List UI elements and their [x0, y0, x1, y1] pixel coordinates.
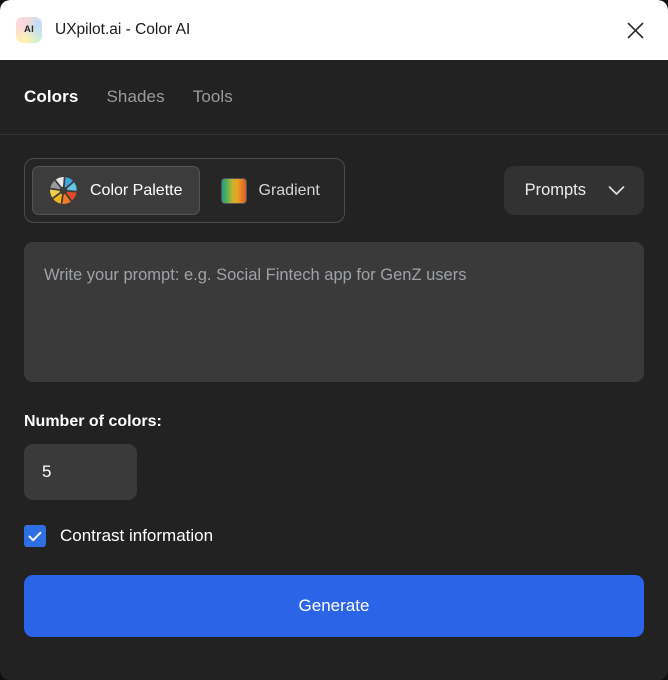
color-wheel-icon [50, 176, 77, 204]
close-icon [627, 22, 643, 38]
window-title: UXpilot.ai - Color AI [55, 21, 191, 38]
tab-bar: Colors Shades Tools [0, 60, 668, 135]
tab-shades[interactable]: Shades [106, 85, 164, 109]
mode-and-prompts-row: Color Palette Gradient Prompts [24, 158, 644, 223]
mode-gradient-label: Gradient [258, 181, 320, 199]
mode-gradient-button[interactable]: Gradient [204, 168, 337, 214]
contrast-information-checkbox[interactable] [24, 525, 46, 547]
title-bar: AI UXpilot.ai - Color AI [0, 0, 668, 60]
mode-color-palette-button[interactable]: Color Palette [32, 166, 200, 215]
chevron-down-icon [608, 186, 625, 195]
contrast-information-label[interactable]: Contrast information [60, 526, 213, 546]
prompts-dropdown-button[interactable]: Prompts [503, 166, 644, 215]
number-of-colors-label: Number of colors: [24, 413, 162, 430]
gradient-swatch-icon [220, 177, 247, 204]
main-content: Color Palette Gradient Prompts Number of… [0, 135, 668, 680]
mode-color-palette-label: Color Palette [90, 181, 183, 199]
contrast-information-row: Contrast information [24, 525, 644, 547]
tab-tools[interactable]: Tools [193, 85, 233, 109]
check-icon [28, 531, 42, 541]
close-window-button[interactable] [618, 13, 652, 47]
number-of-colors-input[interactable] [24, 444, 137, 500]
app-logo-label: AI [24, 24, 34, 36]
mode-switch: Color Palette Gradient [24, 158, 345, 223]
prompts-dropdown-label: Prompts [524, 181, 586, 199]
tab-colors[interactable]: Colors [24, 85, 78, 109]
prompt-input[interactable] [24, 242, 644, 382]
generate-button[interactable]: Generate [24, 575, 644, 637]
app-logo-icon: AI [16, 17, 42, 43]
app-window: AI UXpilot.ai - Color AI Colors Shades T… [0, 0, 668, 680]
